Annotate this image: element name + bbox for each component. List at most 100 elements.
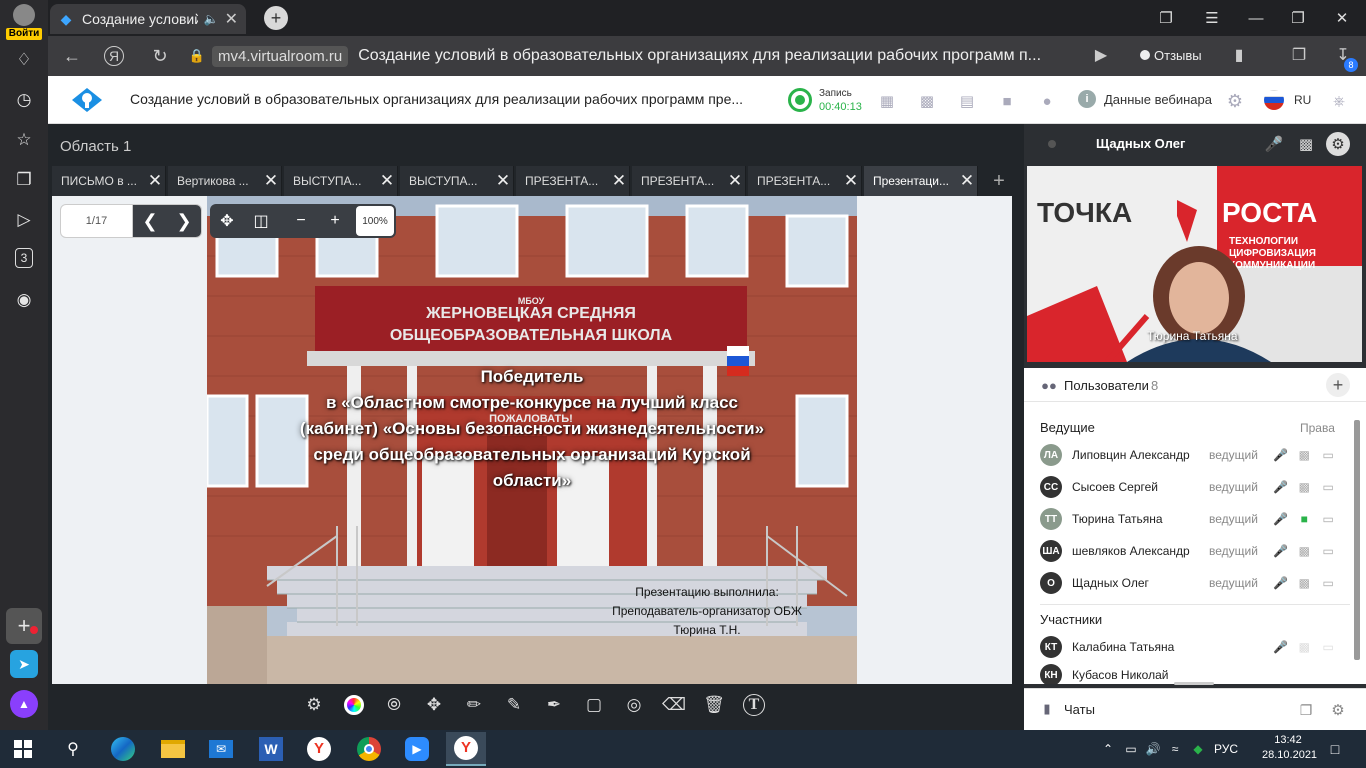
extensions-icon[interactable]: ❐: [1288, 44, 1310, 66]
video-icon[interactable]: ▶: [1090, 44, 1112, 66]
zoom-level[interactable]: 100%: [356, 206, 394, 236]
screen-off-icon[interactable]: ▭: [1316, 635, 1340, 659]
doc-tab[interactable]: ПРЕЗЕНТА... ✕: [516, 166, 630, 196]
language-label[interactable]: RU: [1294, 93, 1311, 107]
volume-icon[interactable]: 🔊: [1142, 742, 1164, 756]
trash-icon[interactable]: 🗑: [694, 690, 734, 720]
mic-off-icon[interactable]: 🎤: [1269, 635, 1293, 659]
doc-tab[interactable]: Вертикова ... ✕: [168, 166, 282, 196]
back-icon[interactable]: ←: [60, 44, 84, 68]
webinar-info-button[interactable]: i Данные вебинара: [1078, 90, 1212, 108]
star-icon[interactable]: ☆: [12, 128, 36, 152]
bookmarks-window-icon[interactable]: ❐: [1154, 6, 1178, 30]
close-icon[interactable]: ✕: [609, 171, 629, 191]
mic-off-icon[interactable]: 🎤: [1269, 475, 1293, 499]
close-icon[interactable]: ✕: [725, 171, 745, 191]
doc-tab[interactable]: ПРЕЗЕНТА... ✕: [632, 166, 746, 196]
mail-icon[interactable]: ✉: [206, 734, 236, 764]
doc-tab[interactable]: ПРЕЗЕНТА... ✕: [748, 166, 862, 196]
frame-icon[interactable]: ▢: [574, 690, 614, 720]
close-window-icon[interactable]: ✕: [1330, 6, 1354, 30]
notifications-icon[interactable]: □: [1324, 738, 1346, 760]
pen-icon[interactable]: ✒: [534, 690, 574, 720]
chat-window-icon[interactable]: ❐: [1294, 698, 1318, 722]
camera-off-icon[interactable]: ▩: [1292, 635, 1316, 659]
doc-tab[interactable]: ПИСЬМО в ... ✕: [52, 166, 166, 196]
minimize-icon[interactable]: —: [1244, 6, 1268, 30]
play-icon[interactable]: ▷: [12, 208, 36, 232]
layouts-icon[interactable]: ▦: [876, 90, 898, 112]
reload-icon[interactable]: ↻: [148, 44, 172, 68]
explorer-icon[interactable]: [158, 734, 188, 764]
list-item[interactable]: О Щадных Олег ведущий 🎤 ▩ ▭: [1040, 568, 1340, 598]
fit-to-screen-icon[interactable]: ✥: [210, 204, 244, 238]
screen-off-icon[interactable]: ▭: [1316, 475, 1340, 499]
folder-icon[interactable]: ■: [996, 90, 1018, 112]
new-tab-button[interactable]: +: [264, 6, 288, 30]
chat-settings-icon[interactable]: ⚙: [1326, 698, 1350, 722]
chrome-icon[interactable]: [354, 734, 384, 764]
camera-off-icon[interactable]: ▩: [1292, 443, 1316, 467]
close-icon[interactable]: ✕: [493, 171, 513, 191]
color-wheel-icon[interactable]: [334, 690, 374, 720]
lock-icon[interactable]: 🔒: [186, 45, 208, 67]
fit-width-icon[interactable]: ◫: [244, 204, 278, 238]
alice-icon[interactable]: ▲: [10, 690, 38, 718]
pointer-icon[interactable]: ⦾: [374, 690, 414, 720]
move-icon[interactable]: ✥: [414, 690, 454, 720]
document-icon[interactable]: ▤: [956, 90, 978, 112]
wifi-icon[interactable]: ≈: [1164, 742, 1186, 756]
mic-on-icon[interactable]: 🎤: [1269, 507, 1293, 531]
messenger-icon[interactable]: ➤: [10, 650, 38, 678]
chats-bar[interactable]: ▮ Чаты ❐ ⚙: [1024, 688, 1366, 730]
eraser-icon[interactable]: ⌫: [654, 690, 694, 720]
next-page-icon[interactable]: ❯: [176, 211, 191, 232]
close-icon[interactable]: ✕: [145, 171, 165, 191]
browser-tab[interactable]: ◆ Создание условий в 🔈 ✕: [50, 4, 246, 34]
screen-share-icon[interactable]: ▩: [916, 90, 938, 112]
yandex-icon[interactable]: Y: [304, 734, 334, 764]
record-indicator-icon[interactable]: [788, 88, 812, 112]
search-icon[interactable]: ⚲: [58, 734, 88, 764]
battery-icon[interactable]: ▭: [1120, 742, 1142, 756]
users-scrollbar[interactable]: [1352, 410, 1360, 680]
word-icon[interactable]: W: [256, 734, 286, 764]
mic-off-icon[interactable]: 🎤: [1269, 539, 1293, 563]
doc-tab[interactable]: ВЫСТУПА... ✕: [284, 166, 398, 196]
camera-icon[interactable]: ◉: [12, 288, 36, 312]
close-tab-icon[interactable]: ✕: [225, 9, 238, 29]
screen-off-icon[interactable]: ▭: [1316, 443, 1340, 467]
menu-icon[interactable]: ☰: [1200, 6, 1224, 30]
bookmark-icon[interactable]: ▮: [1228, 44, 1250, 66]
add-tab-icon[interactable]: +: [988, 170, 1010, 192]
camera-off-icon[interactable]: ▩: [1292, 539, 1316, 563]
login-button[interactable]: Войти: [4, 4, 44, 40]
zoom-out-icon[interactable]: −: [284, 204, 318, 238]
mic-off-icon[interactable]: 🎤: [1269, 443, 1293, 467]
target-icon[interactable]: ◎: [614, 690, 654, 720]
keyboard-language[interactable]: РУС: [1214, 742, 1238, 756]
prev-page-icon[interactable]: ❮: [142, 211, 157, 232]
number-three-icon[interactable]: 3: [15, 248, 33, 268]
camera-off-icon[interactable]: ▩: [1294, 132, 1318, 156]
list-item[interactable]: ТТ Тюрина Татьяна ведущий 🎤 ■ ▭: [1040, 504, 1340, 534]
close-icon[interactable]: ✕: [261, 171, 281, 191]
start-icon[interactable]: [8, 734, 38, 764]
pencil-icon[interactable]: ✎: [494, 690, 534, 720]
camera-off-icon[interactable]: ▩: [1292, 571, 1316, 595]
screen-off-icon[interactable]: ▭: [1316, 507, 1340, 531]
camera-on-icon[interactable]: ■: [1292, 507, 1316, 531]
bell-icon[interactable]: ♢: [12, 48, 36, 72]
zoom-icon[interactable]: ▶: [402, 734, 432, 764]
close-icon[interactable]: ✕: [841, 171, 861, 191]
list-item[interactable]: КТ Калабина Татьяна 🎤 ▩ ▭: [1040, 632, 1340, 662]
yandex-browser-icon[interactable]: Y: [446, 732, 486, 766]
brush-icon[interactable]: ✏: [454, 690, 494, 720]
camera-off-icon[interactable]: ▩: [1292, 475, 1316, 499]
close-icon[interactable]: ✕: [957, 171, 977, 191]
system-clock[interactable]: 13:42 28.10.2021: [1262, 733, 1317, 763]
history-icon[interactable]: ◷: [12, 88, 36, 112]
edge-icon[interactable]: [108, 734, 138, 764]
collections-icon[interactable]: ❐: [12, 168, 36, 192]
list-item[interactable]: СС Сысоев Сергей ведущий 🎤 ▩ ▭: [1040, 472, 1340, 502]
